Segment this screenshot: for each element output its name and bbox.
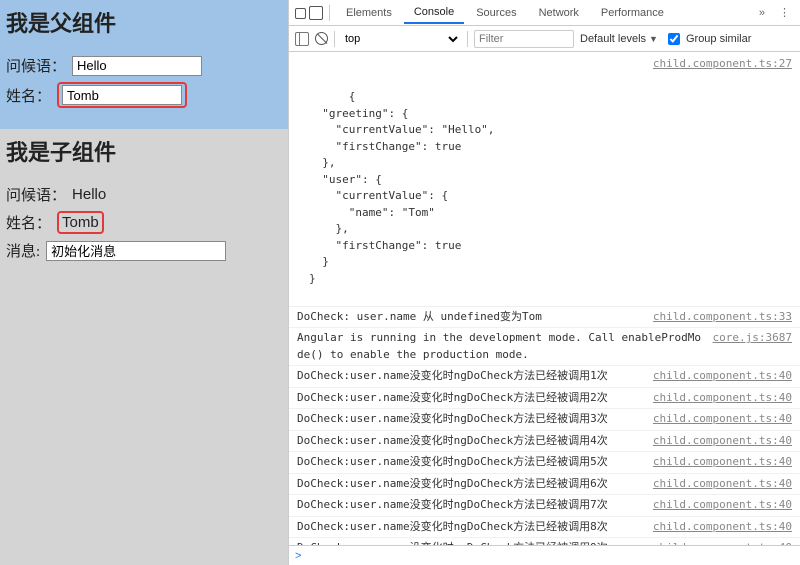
tab-network[interactable]: Network: [529, 3, 589, 23]
log-message: DoCheck:user.name没变化时ngDoCheck方法已经被调用7次: [297, 497, 643, 514]
kebab-icon[interactable]: ⋮: [773, 6, 796, 19]
log-source-link[interactable]: child.component.ts:33: [653, 309, 792, 326]
divider: [334, 31, 335, 47]
log-source-link[interactable]: child.component.ts:40: [653, 497, 792, 514]
device-toggle-icon[interactable]: [309, 6, 323, 20]
prompt-chevron-icon: >: [295, 550, 301, 562]
log-message: DoCheck:user.name没变化时ngDoCheck方法已经被调用2次: [297, 390, 643, 407]
console-prompt[interactable]: >: [289, 545, 800, 565]
child-greeting-value: Hello: [72, 186, 106, 203]
console-log-line: DoCheck:user.name没变化时ngDoCheck方法已经被调用3次 c…: [289, 409, 800, 431]
log-source-link[interactable]: child.component.ts:40: [653, 519, 792, 536]
parent-greeting-input[interactable]: [72, 56, 202, 76]
divider: [467, 31, 468, 47]
name-label: 姓名：: [6, 85, 51, 106]
log-source-link[interactable]: child.component.ts:40: [653, 390, 792, 407]
child-name-value: Tomb: [57, 211, 104, 234]
log-levels-dropdown[interactable]: Default levels ▼: [580, 33, 658, 45]
child-message-input[interactable]: [46, 241, 226, 261]
console-log-line: DoCheck:user.name没变化时ngDoCheck方法已经被调用7次 c…: [289, 495, 800, 517]
child-greeting-row: 问候语： Hello: [6, 181, 282, 208]
console-log-line: DoCheck:user.name没变化时ngDoCheck方法已经被调用9次c…: [289, 538, 800, 545]
tab-sources[interactable]: Sources: [466, 3, 526, 23]
app-preview: 我是父组件 问候语： 姓名： 我是子组件 问候语： Hello 姓名： Tomb…: [0, 0, 288, 565]
child-title: 我是子组件: [6, 129, 282, 181]
log-message: Angular is running in the development mo…: [297, 330, 703, 363]
greeting-label: 问候语：: [6, 184, 66, 205]
inspect-icon[interactable]: [293, 6, 307, 20]
child-name-row: 姓名： Tomb: [6, 208, 282, 237]
greeting-label: 问候语：: [6, 55, 66, 76]
clear-console-icon[interactable]: [315, 32, 328, 45]
console-log-line: DoCheck:user.name没变化时ngDoCheck方法已经被调用5次 c…: [289, 452, 800, 474]
divider: [329, 5, 330, 21]
parent-name-row: 姓名：: [6, 79, 282, 111]
tab-elements[interactable]: Elements: [336, 3, 402, 23]
log-object-text: { "greeting": { "currentValue": "Hello",…: [309, 90, 494, 285]
log-source-link[interactable]: child.component.ts:40: [653, 368, 792, 385]
name-label: 姓名：: [6, 212, 51, 233]
console-log-line: DoCheck:user.name没变化时ngDoCheck方法已经被调用4次 c…: [289, 431, 800, 453]
log-source-link[interactable]: child.component.ts:40: [653, 454, 792, 471]
more-tabs-icon[interactable]: »: [753, 7, 771, 19]
message-label: 消息:: [6, 240, 40, 261]
log-source-link[interactable]: child.component.ts:27: [653, 56, 792, 73]
console-output[interactable]: child.component.ts:27 { "greeting": { "c…: [289, 52, 800, 545]
parent-title: 我是父组件: [6, 0, 282, 52]
log-message: DoCheck:user.name没变化时ngDoCheck方法已经被调用5次: [297, 454, 643, 471]
console-object-log: child.component.ts:27 { "greeting": { "c…: [289, 52, 800, 307]
devtools-tabbar: Elements Console Sources Network Perform…: [289, 0, 800, 26]
console-log-line: DoCheck:user.name没变化时ngDoCheck方法已经被调用1次 c…: [289, 366, 800, 388]
filter-input[interactable]: [474, 30, 574, 48]
console-log-line: DoCheck:user.name没变化时ngDoCheck方法已经被调用8次 c…: [289, 517, 800, 539]
group-similar-checkbox[interactable]: [668, 33, 680, 45]
parent-component: 我是父组件 问候语： 姓名：: [0, 0, 288, 129]
log-message: DoCheck:user.name没变化时ngDoCheck方法已经被调用8次: [297, 519, 643, 536]
console-toolbar: top Default levels ▼ Group similar: [289, 26, 800, 52]
log-message: DoCheck:user.name没变化时ngDoCheck方法已经被调用4次: [297, 433, 643, 450]
tab-console[interactable]: Console: [404, 2, 464, 24]
log-source-link[interactable]: child.component.ts:40: [653, 433, 792, 450]
log-source-link[interactable]: child.component.ts:40: [653, 476, 792, 493]
tab-performance[interactable]: Performance: [591, 3, 674, 23]
chevron-down-icon: ▼: [649, 34, 658, 44]
devtools-panel: Elements Console Sources Network Perform…: [288, 0, 800, 565]
log-message: DoCheck:user.name没变化时ngDoCheck方法已经被调用6次: [297, 476, 643, 493]
parent-name-highlight: [57, 82, 187, 108]
log-message: DoCheck:user.name没变化时ngDoCheck方法已经被调用1次: [297, 368, 643, 385]
child-component: 我是子组件 问候语： Hello 姓名： Tomb 消息:: [0, 129, 288, 282]
log-source-link[interactable]: child.component.ts:40: [653, 411, 792, 428]
parent-greeting-row: 问候语：: [6, 52, 282, 79]
sidebar-toggle-icon[interactable]: [295, 32, 309, 46]
child-message-row: 消息:: [6, 237, 282, 264]
console-log-line: DoCheck:user.name没变化时ngDoCheck方法已经被调用6次 c…: [289, 474, 800, 496]
console-log-line: Angular is running in the development mo…: [289, 328, 800, 366]
context-selector[interactable]: top: [341, 32, 461, 46]
log-message: DoCheck: user.name 从 undefined变为Tom: [297, 309, 643, 326]
parent-name-input[interactable]: [62, 85, 182, 105]
console-log-line: DoCheck:user.name没变化时ngDoCheck方法已经被调用2次 c…: [289, 388, 800, 410]
console-log-line: DoCheck: user.name 从 undefined变为Tom child…: [289, 307, 800, 329]
log-source-link[interactable]: core.js:3687: [713, 330, 792, 347]
log-message: DoCheck:user.name没变化时ngDoCheck方法已经被调用3次: [297, 411, 643, 428]
group-similar-toggle[interactable]: Group similar: [664, 30, 751, 48]
